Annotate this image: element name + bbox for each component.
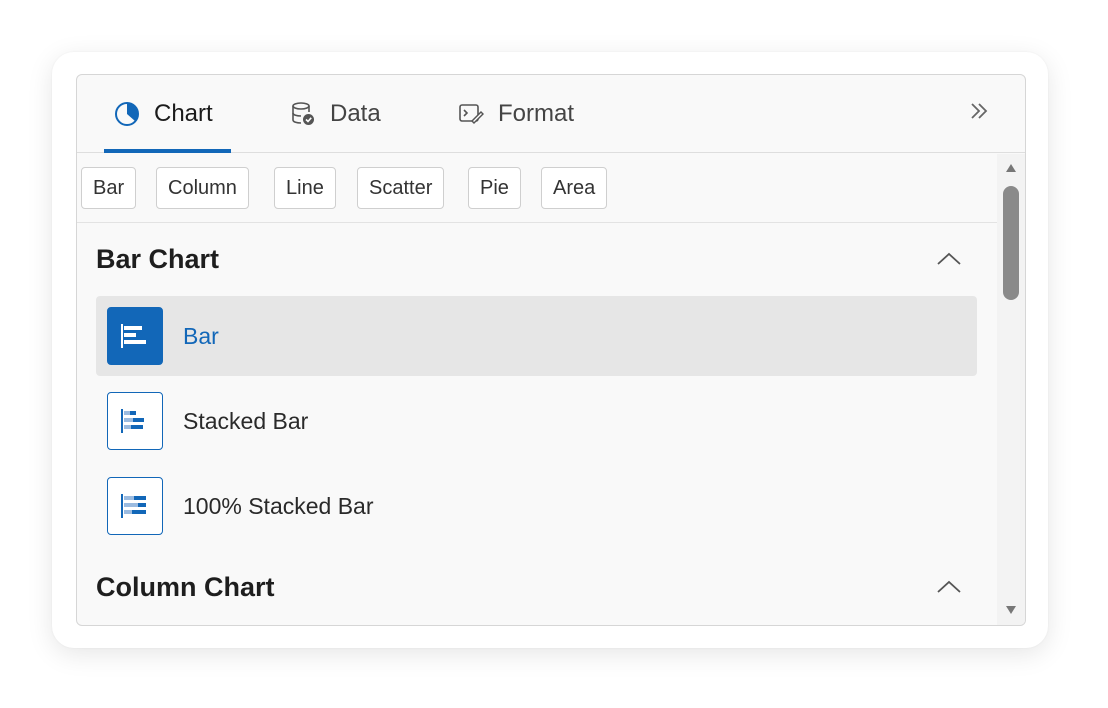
section-title: Bar Chart: [96, 243, 220, 274]
chart-item-label: Bar: [183, 322, 219, 349]
chip-area[interactable]: Area: [541, 167, 608, 209]
chip-column[interactable]: Column: [156, 167, 249, 209]
chip-pie[interactable]: Pie: [468, 167, 521, 209]
stacked-bar-chart-icon: [107, 392, 163, 450]
chevron-up-icon[interactable]: [933, 243, 965, 275]
vertical-scrollbar[interactable]: [997, 154, 1025, 625]
format-paint-icon: [458, 101, 484, 127]
tab-format-label: Format: [498, 100, 575, 127]
scrollbar-thumb[interactable]: [1003, 186, 1019, 300]
tab-chart-label: Chart: [154, 100, 213, 127]
full-stacked-bar-chart-icon: [107, 477, 163, 535]
chip-scatter[interactable]: Scatter: [357, 167, 445, 209]
chart-list: Bar Chart Bar Stacked Bar 100% Stacked B…: [77, 224, 997, 625]
section-title: Column Chart: [96, 571, 275, 602]
tab-format[interactable]: Format: [458, 75, 574, 153]
chart-item-label: 100% Stacked Bar: [183, 492, 374, 519]
chart-item-label: Stacked Bar: [183, 407, 309, 434]
chevron-up-icon[interactable]: [933, 571, 965, 603]
chart-type-filter: Bar Column Line Scatter Pie Area: [77, 154, 997, 223]
scroll-down-arrow-icon[interactable]: [1004, 604, 1018, 616]
collapse-panel-button[interactable]: [961, 95, 997, 131]
database-check-icon: [290, 101, 316, 127]
section-header-bar-chart[interactable]: Bar Chart: [77, 229, 997, 289]
double-chevron-right-icon: [967, 99, 991, 128]
tab-data[interactable]: Data: [290, 75, 381, 153]
tab-bar: Chart Data Format: [77, 75, 1025, 153]
scroll-up-arrow-icon[interactable]: [1004, 162, 1018, 174]
tab-data-label: Data: [330, 100, 381, 127]
pie-chart-icon: [114, 101, 140, 127]
tab-chart[interactable]: Chart: [104, 75, 231, 153]
chart-item-bar[interactable]: Bar: [96, 296, 977, 376]
bar-chart-icon: [107, 307, 163, 365]
section-header-column-chart[interactable]: Column Chart: [77, 557, 997, 617]
chip-bar[interactable]: Bar: [81, 167, 137, 209]
chart-item-100-stacked-bar[interactable]: 100% Stacked Bar: [96, 466, 977, 546]
chip-line[interactable]: Line: [274, 167, 336, 209]
chart-panel: Chart Data Format Bar Column Line Scatte…: [76, 74, 1026, 626]
chart-item-stacked-bar[interactable]: Stacked Bar: [96, 381, 977, 461]
